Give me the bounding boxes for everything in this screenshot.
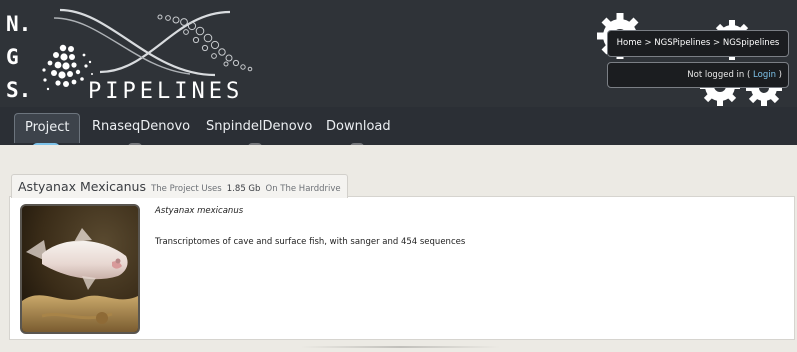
helix-graphic [53,8,231,77]
species-thumbnail[interactable] [20,204,140,334]
login-status: Not logged in ( Login ) [607,62,789,88]
nav-tab-rnaseqdenovo[interactable]: RnaseqDenovo [82,113,200,143]
footer-divider [300,346,500,348]
species-name: Astyanax mexicanus [155,206,244,216]
login-status-text: Not logged in [687,70,745,80]
svg-text:N.: N. [6,12,31,36]
logo-letters: N. G S. [6,12,31,102]
login-paren-open: ( [747,70,751,80]
main-nav: Project RnaseqDenovo SnpindelDenovo Down… [0,107,797,145]
cavefish-image [22,206,138,332]
site-header: N. G S. PIPELINES Home > NGSPipelines > … [0,0,797,107]
login-link[interactable]: Login [753,70,776,80]
helix-rings [157,14,253,72]
nav-tab-project[interactable]: Project [14,113,81,143]
project-title: Astyanax Mexicanus [18,179,146,194]
nav-tab-download[interactable]: Download [316,113,401,143]
breadcrumb-home-link[interactable]: Home [617,38,642,48]
project-usage-suffix: On The Harddrive [265,184,341,194]
breadcrumb-current: NGSpipelines [722,38,780,48]
logo-wordmark: PIPELINES [88,79,243,104]
ngs-pipelines-logo[interactable]: N. G S. PIPELINES [0,0,420,107]
nav-tab-snpindeldenovo[interactable]: SnpindelDenovo [196,113,322,143]
project-usage-size: 1.85 Gb [226,184,261,194]
svg-text:S.: S. [6,78,31,102]
breadcrumb-separator: > [644,38,652,48]
project-title-tab: Astyanax Mexicanus The Project Uses 1.85… [11,174,348,198]
breadcrumb-separator: > [713,38,721,48]
content-spacer [0,145,797,169]
dot-globe-graphic [42,44,93,91]
project-usage-prefix: The Project Uses [151,184,222,194]
breadcrumb: Home > NGSPipelines > NGSpipelines [607,30,789,57]
svg-text:G: G [6,45,19,69]
login-paren-close: ) [778,70,782,80]
breadcrumb-ngspipelines-link[interactable]: NGSPipelines [654,38,710,48]
project-description: Transcriptomes of cave and surface fish,… [155,237,466,247]
